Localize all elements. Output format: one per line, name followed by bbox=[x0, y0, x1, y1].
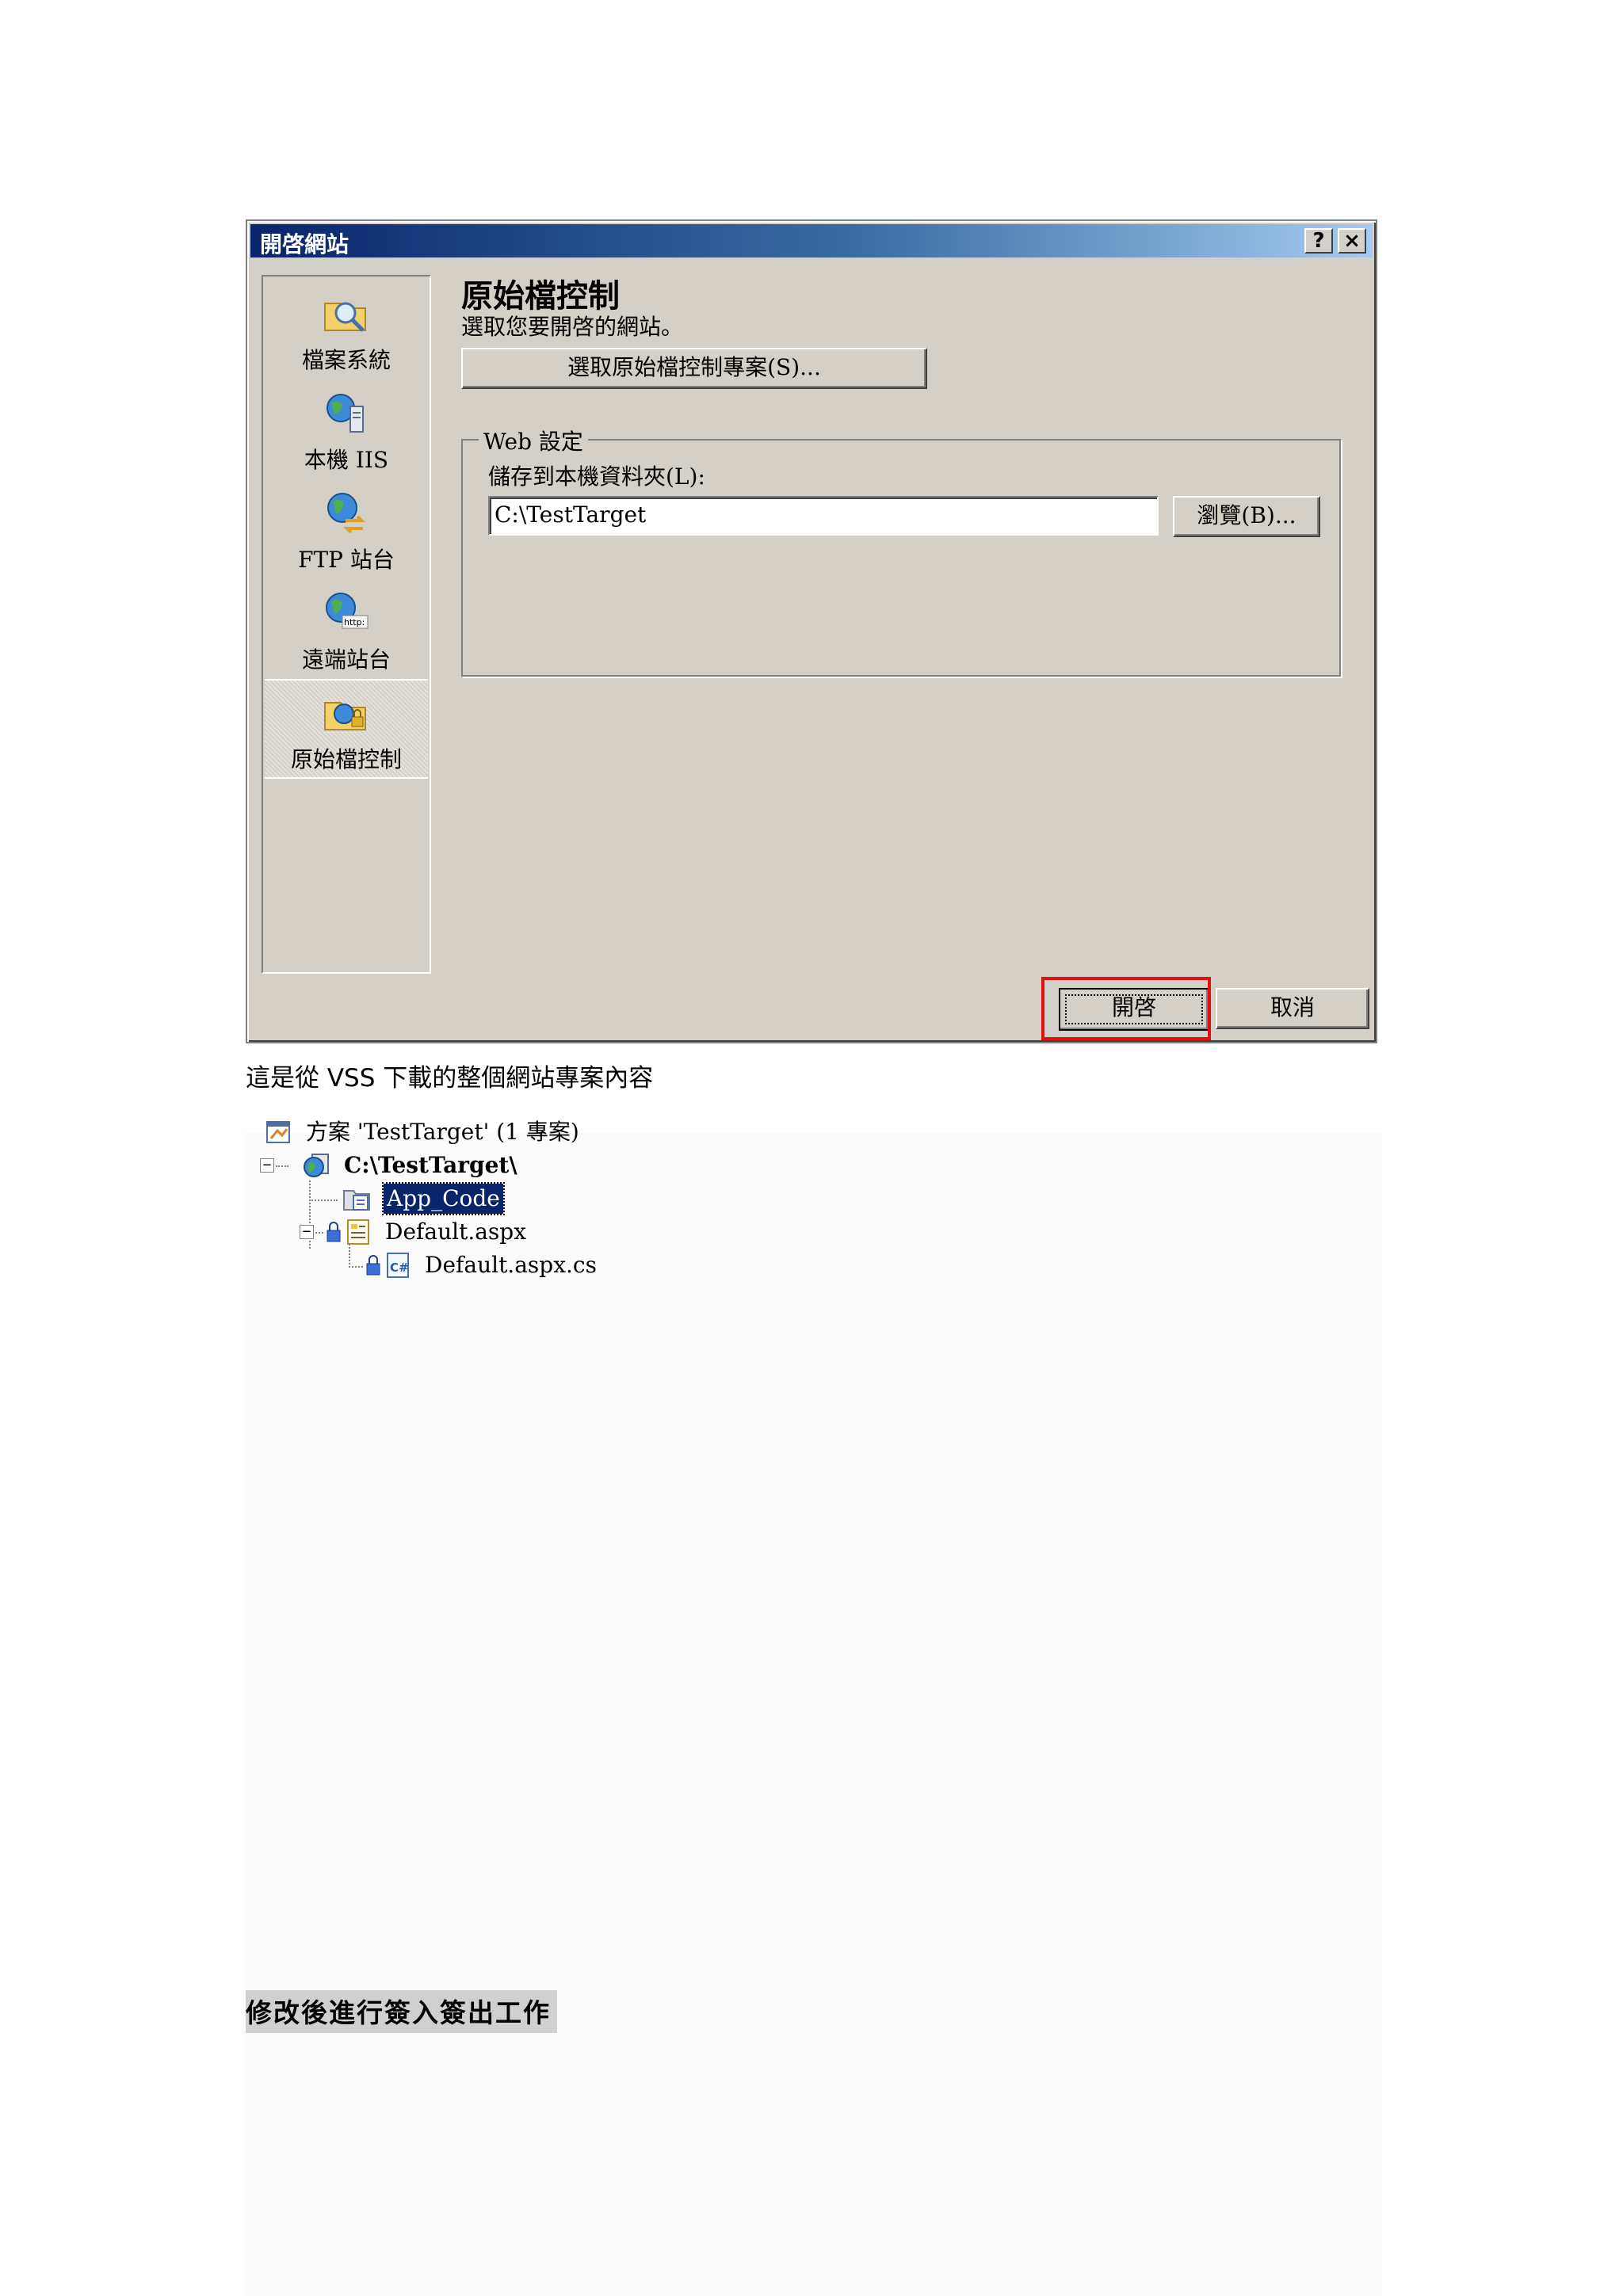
folder-search-icon bbox=[324, 302, 366, 332]
svg-text:C#: C# bbox=[390, 1261, 409, 1275]
tree-node-solution[interactable]: 方案 'TestTarget' (1 專案) bbox=[258, 1117, 579, 1147]
cancel-button[interactable]: 取消 bbox=[1216, 988, 1369, 1029]
remote-site-icon: http: bbox=[326, 593, 369, 629]
caption-text: 這是從 VSS 下載的整個網站專案內容 bbox=[246, 1064, 654, 1093]
sidebar-item-remote-site[interactable]: http: 遠端站台 bbox=[265, 581, 428, 677]
select-source-control-project-button[interactable]: 選取原始檔控制專案(S)... bbox=[461, 348, 927, 389]
default-aspx-cs-label: Default.aspx.cs bbox=[425, 1252, 597, 1278]
ftp-site-icon bbox=[327, 493, 365, 534]
save-folder-input[interactable]: C:\TestTarget bbox=[488, 496, 1159, 536]
title-bar: 開啓網站 ? × bbox=[250, 224, 1373, 257]
solution-explorer-tree: 方案 'TestTarget' (1 專案) − C:\TestTarget\ … bbox=[258, 1117, 597, 1291]
source-control-icon bbox=[324, 702, 366, 730]
aspx-page-icon bbox=[347, 1219, 369, 1245]
sidebar-label: 檔案系統 bbox=[301, 347, 391, 373]
dialog-title: 開啓網站 bbox=[260, 231, 349, 257]
sidebar-item-file-system[interactable]: 檔案系統 bbox=[265, 281, 428, 378]
web-project-icon bbox=[304, 1154, 329, 1177]
highlight-box bbox=[1041, 977, 1211, 1040]
open-website-dialog: 開啓網站 ? × 檔案系統 本機 IIS FTP 站台 http: 遠端站台 原… bbox=[246, 219, 1377, 1043]
web-settings-group: Web 設定 儲存到本機資料夾(L): C:\TestTarget 瀏覽(B).… bbox=[461, 425, 1341, 677]
sidebar-item-source-control[interactable]: 原始檔控制 bbox=[265, 679, 428, 779]
browse-button[interactable]: 瀏覽(B)... bbox=[1173, 496, 1320, 537]
sidebar-label: 原始檔控制 bbox=[290, 746, 402, 772]
page-background bbox=[244, 1133, 1382, 2296]
sidebar-label: 遠端站台 bbox=[301, 646, 391, 673]
solution-label: 方案 'TestTarget' (1 專案) bbox=[306, 1119, 579, 1145]
group-title: Web 設定 bbox=[479, 425, 588, 456]
sidebar-label: 本機 IIS bbox=[304, 447, 389, 473]
save-folder-label: 儲存到本機資料夾(L): bbox=[488, 463, 705, 490]
app-code-label: App_Code bbox=[382, 1182, 505, 1215]
local-iis-icon bbox=[327, 394, 364, 433]
folder-icon bbox=[343, 1190, 370, 1211]
solution-icon bbox=[266, 1121, 290, 1143]
svg-text:http:: http: bbox=[344, 617, 365, 627]
sidebar-item-local-iis[interactable]: 本機 IIS bbox=[265, 381, 428, 478]
lock-icon bbox=[366, 1255, 380, 1276]
default-aspx-label: Default.aspx bbox=[385, 1219, 526, 1245]
tree-node-project[interactable]: C:\TestTarget\ bbox=[258, 1150, 575, 1180]
sidebar-item-ftp-site[interactable]: FTP 站台 bbox=[265, 481, 428, 578]
location-sidebar: 檔案系統 本機 IIS FTP 站台 http: 遠端站台 原始檔控制 bbox=[262, 275, 431, 974]
csharp-file-icon: C# bbox=[387, 1253, 409, 1278]
tree-node-default-aspx-cs[interactable]: C# Default.aspx.cs bbox=[258, 1250, 597, 1280]
help-button[interactable]: ? bbox=[1304, 228, 1333, 254]
lock-icon bbox=[327, 1222, 341, 1242]
panel-instruction: 選取您要開啓的網站。 bbox=[461, 314, 684, 340]
sidebar-label: FTP 站台 bbox=[298, 547, 395, 573]
tree-node-app-code[interactable]: App_Code bbox=[258, 1182, 575, 1215]
tree-node-default-aspx[interactable]: Default.aspx bbox=[258, 1217, 575, 1247]
project-label: C:\TestTarget\ bbox=[344, 1152, 517, 1178]
section-heading: 修改後進行簽入簽出工作 bbox=[246, 1990, 557, 2033]
close-button[interactable]: × bbox=[1338, 228, 1366, 254]
